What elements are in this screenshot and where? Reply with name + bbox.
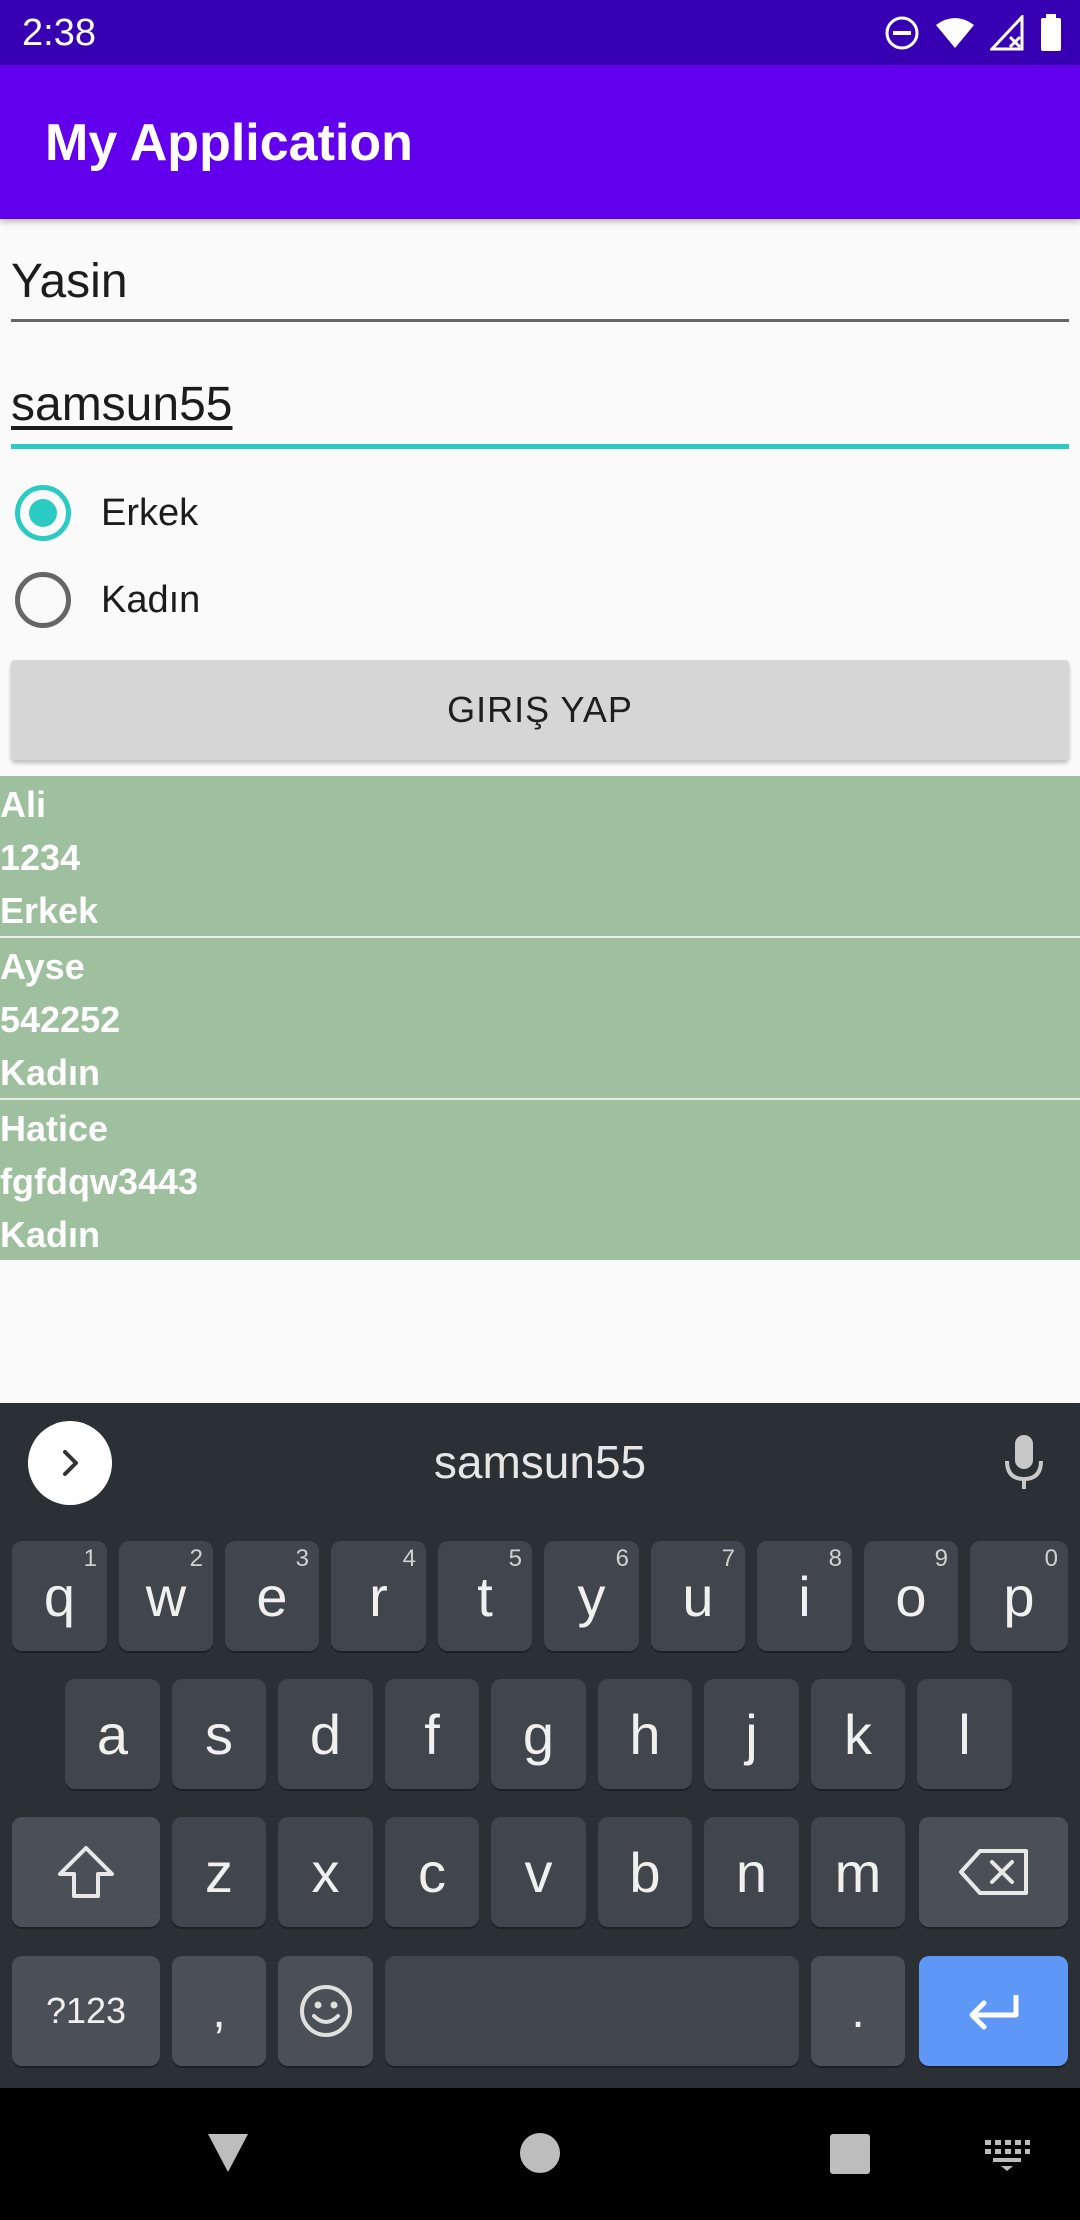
key-j[interactable]: j [704,1679,799,1789]
key-u-hint: 7 [721,1545,735,1572]
key-f[interactable]: f [385,1679,479,1789]
space-key[interactable] [385,1956,799,2066]
key-i-hint: 8 [828,1545,842,1572]
app-bar: My Application [0,65,1080,219]
enter-key[interactable] [919,1956,1068,2066]
key-i[interactable]: i8 [757,1541,852,1651]
symbols-key[interactable]: ?123 [12,1956,160,2066]
recents-icon[interactable] [829,2133,871,2175]
key-w[interactable]: w2 [119,1541,213,1651]
do-not-disturb-icon [885,16,919,50]
user-name: Ali [0,784,47,825]
list-item[interactable]: Ali 1234 Erkek [0,776,1080,938]
user-gender: Kadın [0,1052,101,1093]
key-o-hint: 9 [934,1545,948,1572]
soft-keyboard: samsun55 q1 w2 e3 r4 t5 y6 u7 i8 o9 p0 a… [0,1403,1080,2088]
key-q[interactable]: q1 [12,1541,107,1651]
radio-kadin[interactable]: Kadın [15,570,200,630]
key-y-hint: 6 [615,1545,629,1572]
key-w-label: w [145,1564,187,1628]
key-x[interactable]: x [278,1817,373,1927]
key-u[interactable]: u7 [651,1541,745,1651]
key-e[interactable]: e3 [225,1541,319,1651]
list-item[interactable]: Hatice fgfdqw3443 Kadın [0,1100,1080,1260]
key-q-hint: 1 [83,1545,97,1572]
key-q-label: q [43,1564,76,1628]
backspace-key[interactable] [919,1817,1068,1927]
back-icon[interactable] [204,2130,252,2176]
key-d[interactable]: d [278,1679,373,1789]
radio-button-unselected[interactable] [15,572,71,628]
microphone-icon[interactable] [1002,1433,1046,1498]
user-password: 1234 [0,837,81,878]
emoji-icon [299,1985,352,2037]
user-password: 542252 [0,999,121,1040]
user-gender: Erkek [0,890,99,931]
backspace-icon [958,1849,1028,1895]
key-e-label: e [256,1564,288,1628]
battery-icon [1041,14,1061,51]
shift-icon [58,1846,114,1898]
cellular-signal-icon [990,15,1024,51]
keyboard-switch-icon[interactable] [983,2138,1031,2172]
key-z[interactable]: z [172,1817,266,1927]
key-g[interactable]: g [491,1679,586,1789]
key-a[interactable]: a [65,1679,160,1789]
radio-button-selected[interactable] [15,485,71,541]
user-gender: Kadın [0,1214,101,1255]
wifi-icon [936,18,974,48]
key-e-hint: 3 [295,1545,309,1572]
key-p-label: p [1003,1564,1035,1628]
key-b[interactable]: b [598,1817,692,1927]
enter-arrow-icon [969,1995,1018,2030]
key-p[interactable]: p0 [970,1541,1068,1651]
key-u-label: u [682,1564,714,1628]
radio-erkek[interactable]: Erkek [15,483,198,543]
key-c[interactable]: c [385,1817,479,1927]
list-item[interactable]: Ayse 542252 Kadın [0,938,1080,1100]
user-name: Ayse [0,946,85,987]
key-t-label: t [477,1564,493,1628]
app-title: My Application [45,114,413,172]
key-v[interactable]: v [491,1817,586,1927]
status-bar: 2:38 [0,0,1080,65]
emoji-key[interactable] [278,1956,373,2066]
key-h[interactable]: h [598,1679,692,1789]
key-r[interactable]: r4 [331,1541,426,1651]
key-w-hint: 2 [189,1545,203,1572]
key-i-label: i [798,1564,811,1628]
key-y-label: y [577,1564,606,1628]
key-m[interactable]: m [811,1817,905,1927]
key-o[interactable]: o9 [864,1541,958,1651]
key-r-label: r [369,1564,388,1628]
navigation-bar [0,2088,1080,2220]
shift-key[interactable] [12,1817,160,1927]
key-l[interactable]: l [917,1679,1012,1789]
key-k[interactable]: k [811,1679,905,1789]
key-y[interactable]: y6 [544,1541,639,1651]
status-time: 2:38 [22,12,96,54]
user-name: Hatice [0,1108,109,1149]
key-o-label: o [895,1564,927,1628]
users-list: Ali 1234 Erkek Ayse 542252 Kadın Hatice … [0,776,1080,1260]
key-p-hint: 0 [1044,1545,1058,1572]
password-field-text: samsun55 [11,378,233,431]
user-password: fgfdqw3443 [0,1161,199,1202]
name-field[interactable]: Yasin [11,250,1069,322]
radio-kadin-label: Kadın [101,578,201,621]
key-s[interactable]: s [172,1679,266,1789]
radio-erkek-label: Erkek [101,491,199,534]
login-button[interactable]: GIRIŞ YAP [11,660,1069,760]
comma-key[interactable]: , [172,1956,266,2066]
home-icon[interactable] [519,2132,561,2174]
key-n[interactable]: n [704,1817,799,1927]
status-icons [884,12,1062,54]
key-t-hint: 5 [508,1545,522,1572]
suggestion-word[interactable]: samsun55 [0,1435,1080,1489]
password-field[interactable]: samsun55 [11,373,1069,449]
key-r-hint: 4 [402,1545,416,1572]
key-t[interactable]: t5 [438,1541,532,1651]
period-key[interactable]: . [811,1956,905,2066]
